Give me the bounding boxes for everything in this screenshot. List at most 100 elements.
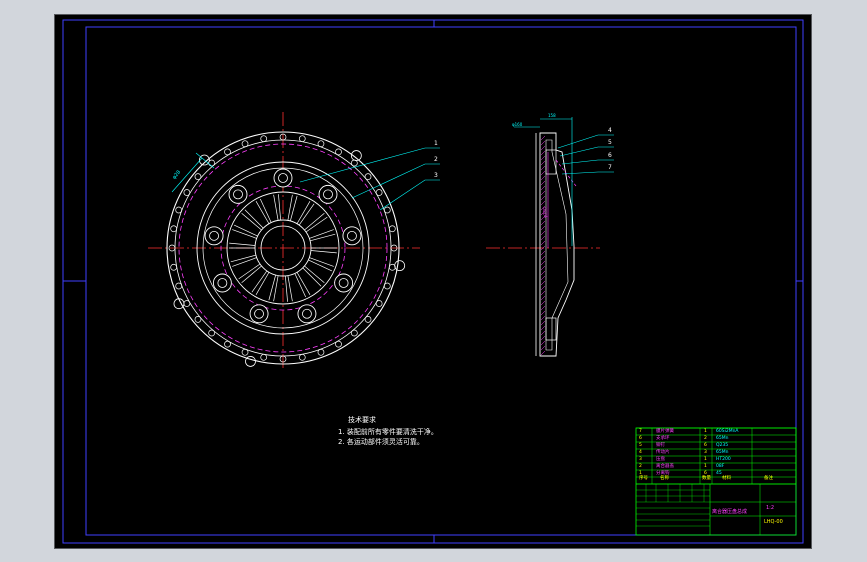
leader-5	[559, 146, 614, 157]
finger-slot-b-8	[230, 254, 257, 263]
parts-header-material: 材料	[722, 476, 731, 481]
side-hatch-276	[540, 275, 546, 281]
finger-slot-b-13	[278, 194, 281, 221]
flange-hole-16	[175, 282, 183, 290]
parts-cell-5-1: 离合器盖	[656, 464, 674, 469]
lug-3	[334, 273, 354, 293]
side-hatch-321	[540, 320, 546, 326]
side-hatch-291	[540, 290, 546, 296]
side-section-inner	[545, 139, 569, 351]
side-hatch-141	[540, 140, 546, 146]
leader-4	[557, 134, 614, 149]
notes-title: 技术要求	[348, 416, 376, 424]
flange-hole-8	[298, 353, 306, 361]
finger-slot-a-2	[304, 265, 325, 283]
finger-slot-a-12	[255, 201, 270, 224]
finger-slot-b-12	[259, 198, 272, 223]
parts-cell-1-2: 2	[704, 436, 707, 441]
side-hatch-351	[540, 350, 546, 356]
parts-cell-4-0: 3	[639, 457, 642, 462]
parts-cell-2-3: Q235	[716, 443, 729, 448]
side-hatch-161	[540, 160, 546, 166]
finger-slot-b-11	[244, 209, 264, 229]
flange-hole-30	[335, 148, 342, 156]
side-hatch-241	[540, 240, 546, 246]
side-hatch-221	[540, 220, 546, 226]
side-dimension-mid: φ200	[542, 207, 548, 218]
side-hatch-306	[540, 305, 546, 311]
balloon-7: 7	[608, 164, 612, 171]
balloon-3: 3	[434, 172, 438, 179]
balloon-1: 1	[434, 140, 438, 147]
parts-cell-0-0: 7	[639, 429, 642, 434]
side-hatch-341	[540, 340, 546, 346]
parts-cell-2-1: 铆钉	[656, 443, 665, 448]
side-hatch-236	[540, 235, 546, 241]
finger-slot-b-17	[309, 233, 336, 242]
lug-0	[273, 168, 293, 188]
parts-cell-5-3: 08F	[716, 464, 725, 469]
flange-hole-3	[375, 300, 383, 307]
side-hatch-281	[540, 280, 546, 286]
parts-cell-0-3: 60Si2MnA	[716, 429, 739, 434]
parts-cell-2-0: 5	[639, 443, 642, 448]
flange-hole-33	[375, 189, 383, 196]
flange-hole-35	[388, 225, 396, 233]
flange-hole-29	[317, 140, 325, 148]
side-hatch-286	[540, 285, 546, 291]
side-hatch-196	[540, 195, 546, 201]
leader-6	[561, 159, 614, 165]
flange-hole-25	[241, 140, 249, 148]
drawing-name: 离合器压盘总成	[712, 509, 748, 515]
side-hatch-311	[540, 310, 546, 316]
parts-header-name: 名称	[660, 476, 669, 481]
side-hatch-316	[540, 315, 546, 321]
side-hatch-261	[540, 260, 546, 266]
finger-slot-b-0	[310, 250, 337, 254]
finger-slot-b-4	[285, 275, 288, 302]
side-dimension-left: φ160	[512, 122, 523, 127]
parts-cell-5-0: 2	[639, 464, 642, 469]
flange-hole-34	[383, 206, 391, 214]
side-hatch-331	[540, 330, 546, 336]
side-hatch-191	[540, 190, 546, 196]
side-dimension-top: 158	[548, 113, 556, 118]
side-hatch-151	[540, 150, 546, 156]
flange-hole-28	[298, 135, 306, 143]
side-hatch-171	[540, 170, 546, 176]
leader-2	[351, 163, 440, 199]
balloon-6: 6	[608, 152, 612, 159]
flange-hole-7	[317, 348, 325, 356]
lug-4	[297, 304, 317, 324]
finger-slot-b-3	[294, 273, 307, 298]
parts-cell-4-1: 压盘	[656, 457, 665, 462]
finger-slot-a-11	[241, 213, 262, 231]
side-hatch-181	[540, 180, 546, 186]
lug-7	[204, 226, 224, 246]
side-hatch-296	[540, 295, 546, 301]
leader-7	[561, 171, 614, 175]
balloon-5: 5	[608, 139, 612, 146]
side-hatch-231	[540, 230, 546, 236]
balloon-4: 4	[608, 127, 612, 134]
side-hatch-146	[540, 145, 546, 151]
parts-cell-2-2: 6	[704, 443, 707, 448]
side-hatch-326	[540, 325, 546, 331]
side-hatch-251	[540, 250, 546, 256]
side-hatch-156	[540, 155, 546, 161]
flange-hole-12	[224, 340, 231, 348]
leader-3	[379, 179, 440, 211]
finger-slot-b-9	[229, 242, 256, 246]
parts-cell-3-2: 3	[704, 450, 707, 455]
flange-hole-32	[364, 173, 372, 181]
parts-cell-0-1: 膜片弹簧	[656, 429, 674, 434]
flange-hole-21	[183, 189, 191, 196]
flange-hole-10	[260, 353, 268, 361]
side-plate-bottom	[545, 317, 557, 341]
side-hatch-176	[540, 175, 546, 181]
finger-slot-a-3	[296, 272, 311, 295]
side-hatch-266	[540, 265, 546, 271]
flange-hole-15	[183, 300, 191, 307]
finger-slot-a-13	[273, 194, 279, 221]
side-section-outline	[539, 132, 575, 357]
